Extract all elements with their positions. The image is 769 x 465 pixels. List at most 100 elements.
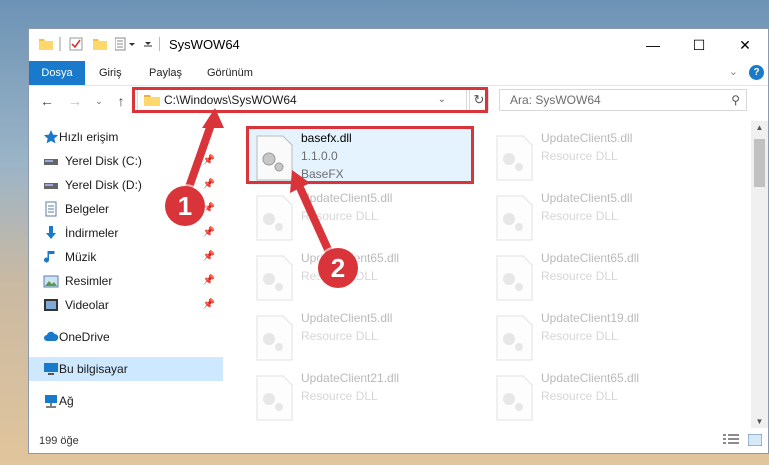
dll-file-icon	[495, 195, 533, 241]
maximize-icon[interactable]: ☐	[676, 29, 722, 61]
file-tile[interactable]: UpdateClient21.dll Resource DLL	[249, 369, 473, 425]
separator	[159, 37, 160, 51]
file-tile[interactable]: UpdateClient65.dll Resource DLL	[489, 369, 713, 425]
minimize-icon[interactable]: —	[630, 29, 676, 61]
sidebar-item-this-pc[interactable]: Bu bilgisayar	[29, 357, 223, 381]
file-tile[interactable]: UpdateClient5.dll Resource DLL	[249, 189, 473, 245]
pin-icon[interactable]: 📌	[203, 149, 215, 173]
documents-icon	[43, 201, 59, 217]
file-tile[interactable]: UpdateClient65.dll Resource DLL	[489, 249, 713, 305]
dll-file-icon	[255, 195, 293, 241]
file-type: Resource DLL	[541, 389, 618, 403]
properties-icon[interactable]	[69, 37, 83, 53]
file-name: UpdateClient65.dll	[541, 251, 640, 265]
drive-icon	[43, 153, 59, 169]
separator	[59, 37, 61, 51]
sidebar-item-network[interactable]: Ağ	[29, 389, 223, 413]
file-tile[interactable]: UpdateClient65.dll Resource DLL	[249, 249, 473, 305]
sidebar-item-local-disk-c[interactable]: Yerel Disk (C:) 📌	[29, 149, 223, 173]
file-name: UpdateClient19.dll	[541, 311, 640, 325]
tab-share[interactable]: Paylaş	[139, 61, 192, 85]
sidebar-item-label: Resimler	[65, 274, 113, 288]
file-type: Resource DLL	[541, 149, 618, 163]
dropdown-icon[interactable]	[143, 37, 153, 53]
sidebar-item-label: Müzik	[65, 250, 97, 264]
window-title: SysWOW64	[169, 37, 240, 52]
sidebar-item-label: Hızlı erişim	[59, 130, 119, 144]
scroll-up-icon[interactable]: ▲	[751, 123, 768, 132]
search-placeholder: Ara: SysWOW64	[510, 93, 601, 107]
sidebar-item-videos[interactable]: Videolar 📌	[29, 293, 223, 317]
file-type: Resource DLL	[301, 389, 378, 403]
dll-file-icon	[495, 375, 533, 421]
navigation-bar: ← → ⌄ ↑ C:\Windows\SysWOW64 ⌄ ↻ Ara: Sys…	[29, 86, 768, 116]
customize-icon[interactable]	[114, 37, 137, 53]
sidebar-item-pictures[interactable]: Resimler 📌	[29, 269, 223, 293]
chevron-down-icon[interactable]: ⌄	[729, 65, 738, 78]
back-arrow-icon[interactable]: ←	[39, 92, 55, 110]
up-arrow-icon[interactable]: ↑	[113, 92, 129, 110]
dll-file-icon	[495, 135, 533, 181]
file-type: Resource DLL	[301, 209, 378, 223]
tab-home[interactable]: Giriş	[89, 61, 132, 85]
address-highlight	[132, 87, 488, 113]
sidebar-item-label: Bu bilgisayar	[59, 362, 128, 376]
sidebar-item-label: Belgeler	[65, 202, 110, 216]
computer-icon	[43, 361, 59, 377]
large-icons-view-icon[interactable]	[747, 433, 763, 449]
ribbon: Dosya Giriş Paylaş Görünüm ⌄ ?	[29, 61, 768, 86]
scroll-down-icon[interactable]: ▼	[751, 417, 768, 426]
forward-arrow-icon[interactable]: →	[67, 92, 83, 110]
callout-badge-1: 1	[165, 186, 205, 226]
pin-icon[interactable]: 📌	[203, 245, 215, 269]
search-input[interactable]: Ara: SysWOW64 ⚲	[499, 89, 747, 111]
sidebar-item-label: Yerel Disk (C:)	[65, 154, 142, 168]
sidebar-item-music[interactable]: Müzik 📌	[29, 245, 223, 269]
file-name: UpdateClient5.dll	[541, 131, 633, 145]
details-view-icon[interactable]	[722, 434, 739, 449]
file-name: UpdateClient5.dll	[301, 191, 393, 205]
recent-locations-icon[interactable]: ⌄	[91, 92, 107, 110]
videos-icon	[43, 297, 59, 313]
close-icon[interactable]: ✕	[722, 29, 768, 61]
file-tile[interactable]: UpdateClient5.dll Resource DLL	[489, 189, 713, 245]
dll-file-icon	[255, 375, 293, 421]
help-icon[interactable]: ?	[749, 65, 764, 80]
sidebar-item-label: Yerel Disk (D:)	[65, 178, 142, 192]
file-type: Resource DLL	[541, 269, 618, 283]
navigation-pane: Hızlı erişim Yerel Disk (C:) 📌 Yerel Dis…	[29, 121, 223, 427]
scrollbar-thumb[interactable]	[754, 139, 765, 187]
tab-view[interactable]: Görünüm	[197, 61, 263, 85]
file-highlight	[246, 126, 474, 184]
sidebar-item-label: OneDrive	[59, 330, 110, 344]
vertical-scrollbar[interactable]: ▲ ▼	[751, 121, 768, 428]
drive-icon	[43, 177, 59, 193]
pin-icon[interactable]: 📌	[203, 269, 215, 293]
sidebar-item-downloads[interactable]: İndirmeler 📌	[29, 221, 223, 245]
file-type: Resource DLL	[541, 209, 618, 223]
sidebar-item-label: İndirmeler	[65, 226, 119, 240]
sidebar-item-quick-access[interactable]: Hızlı erişim	[29, 125, 223, 149]
cloud-icon	[43, 329, 59, 345]
pin-icon[interactable]: 📌	[203, 293, 215, 317]
file-tile[interactable]: UpdateClient5.dll Resource DLL	[249, 309, 473, 365]
sidebar-item-label: Ağ	[59, 394, 74, 408]
dll-file-icon	[495, 315, 533, 361]
music-icon	[43, 249, 59, 265]
folder-icon[interactable]	[39, 37, 53, 53]
pin-icon[interactable]: 📌	[203, 221, 215, 245]
explorer-window: SysWOW64 — ☐ ✕ Dosya Giriş Paylaş Görünü…	[28, 28, 769, 454]
view-switcher	[722, 433, 763, 449]
search-icon: ⚲	[731, 93, 740, 107]
file-type: Resource DLL	[301, 329, 378, 343]
sidebar-item-label: Videolar	[65, 298, 109, 312]
dll-file-icon	[495, 255, 533, 301]
pin-icon[interactable]: 📌	[203, 173, 215, 197]
sidebar-item-onedrive[interactable]: OneDrive	[29, 325, 223, 349]
title-bar: SysWOW64 — ☐ ✕	[29, 29, 768, 61]
file-tile[interactable]: UpdateClient5.dll Resource DLL	[489, 129, 713, 185]
item-count: 199 öğe	[39, 435, 79, 447]
new-folder-icon[interactable]	[93, 37, 107, 53]
file-tile[interactable]: UpdateClient19.dll Resource DLL	[489, 309, 713, 365]
tab-file[interactable]: Dosya	[29, 61, 85, 85]
